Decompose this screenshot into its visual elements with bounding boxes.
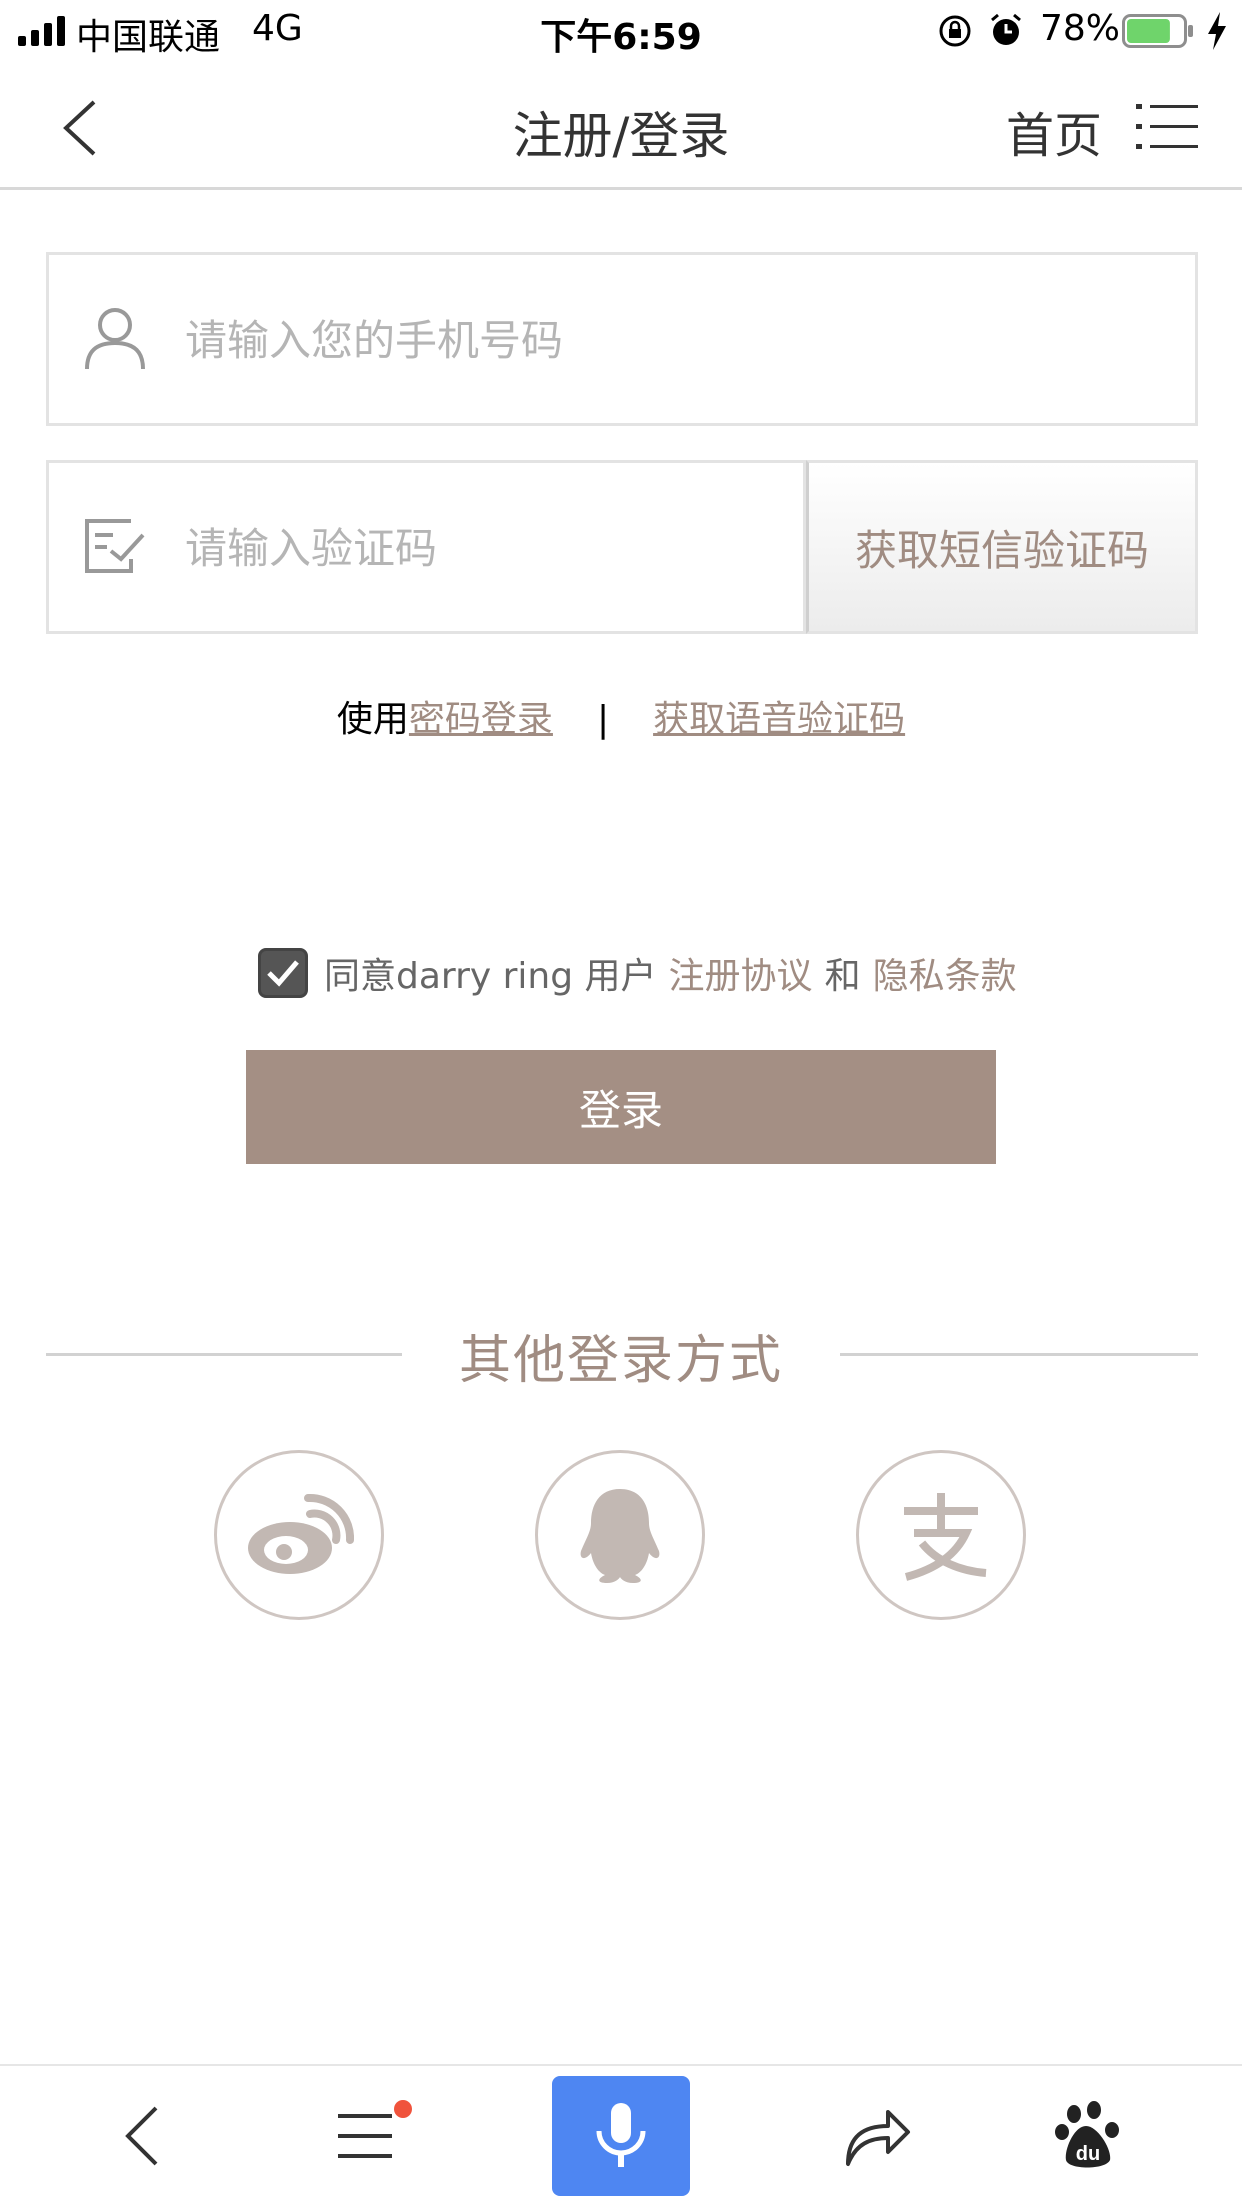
password-login-link[interactable]: 密码登录 bbox=[409, 699, 553, 740]
voice-search-button[interactable] bbox=[552, 2076, 690, 2196]
separator: | bbox=[596, 699, 610, 740]
code-input[interactable] bbox=[185, 507, 745, 589]
status-bar: 中国联通 4G 下午6:59 78% bbox=[0, 0, 1242, 62]
phone-input[interactable] bbox=[185, 299, 745, 381]
qq-icon bbox=[580, 1489, 660, 1583]
agree-checkbox[interactable] bbox=[258, 948, 308, 998]
browser-toolbar: du bbox=[0, 2064, 1242, 2208]
checkmark-icon bbox=[267, 960, 299, 987]
login-button[interactable]: 登录 bbox=[246, 1050, 996, 1164]
voice-code-link[interactable]: 获取语音验证码 bbox=[653, 699, 905, 740]
agreement-row: 同意darry ring 用户 注册协议 和 隐私条款 bbox=[258, 946, 1029, 1000]
battery-percent: 78% bbox=[1040, 8, 1121, 49]
charging-icon bbox=[1208, 12, 1226, 50]
home-link[interactable]: 首页 bbox=[1006, 96, 1102, 166]
agreement-text: 同意darry ring 用户 bbox=[324, 956, 657, 997]
weibo-icon bbox=[248, 1493, 354, 1574]
microphone-icon bbox=[596, 2103, 646, 2167]
baidu-paw-icon[interactable]: du bbox=[1052, 2100, 1132, 2172]
alipay-icon bbox=[904, 1493, 987, 1581]
nav-bar: 注册/登录 首页 bbox=[0, 62, 1242, 190]
qq-login-button[interactable] bbox=[535, 1450, 705, 1620]
svg-text:du: du bbox=[1076, 2143, 1100, 2165]
alipay-login-button[interactable] bbox=[856, 1450, 1026, 1620]
back-icon[interactable] bbox=[104, 2100, 184, 2172]
menu-icon[interactable] bbox=[1136, 102, 1198, 152]
battery-icon bbox=[1122, 14, 1193, 48]
agreement-conjunction: 和 bbox=[824, 956, 861, 997]
rotation-lock-icon bbox=[939, 15, 971, 47]
user-icon bbox=[85, 308, 145, 370]
alt-login-prefix: 使用 bbox=[336, 699, 409, 740]
notification-dot bbox=[394, 2100, 412, 2118]
edit-check-icon bbox=[85, 519, 145, 573]
share-icon[interactable] bbox=[836, 2100, 916, 2172]
divider-right bbox=[840, 1353, 1198, 1356]
get-sms-code-button[interactable]: 获取短信验证码 bbox=[806, 460, 1198, 634]
weibo-login-button[interactable] bbox=[214, 1450, 384, 1620]
terms-link[interactable]: 注册协议 bbox=[669, 947, 813, 999]
alt-login-row: 使用密码登录 | 获取语音验证码 bbox=[0, 690, 1242, 742]
phone-field bbox=[46, 252, 1198, 426]
code-field bbox=[46, 460, 806, 634]
alarm-icon bbox=[991, 13, 1021, 45]
privacy-link[interactable]: 隐私条款 bbox=[873, 947, 1017, 999]
